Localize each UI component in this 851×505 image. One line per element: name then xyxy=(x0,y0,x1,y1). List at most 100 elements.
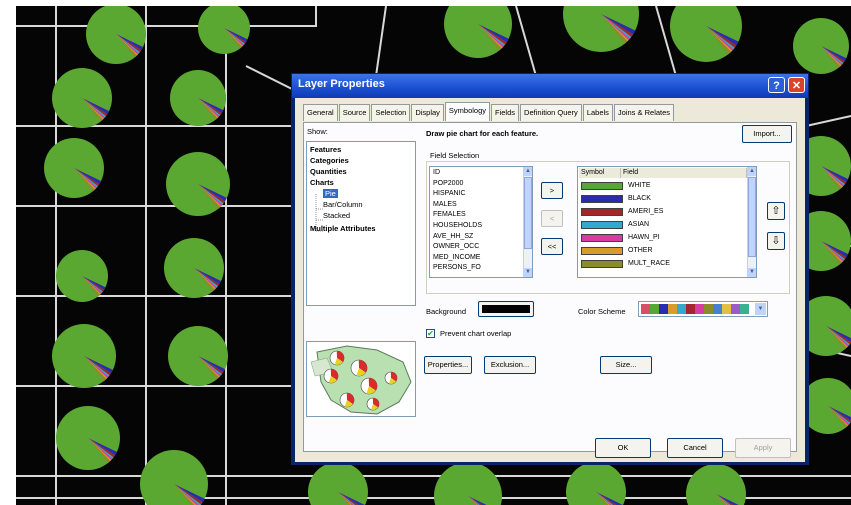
field-item[interactable]: MED_INCOME xyxy=(433,254,480,262)
scroll-up-icon[interactable]: ▲ xyxy=(524,167,532,176)
field-item[interactable]: MALES xyxy=(433,201,457,209)
symbol-field-list[interactable]: Symbol Field ▲ ▼ WHITE BLACK AMERI_ES ASIAN… xyxy=(577,166,757,278)
show-item-quantities[interactable]: Quantities xyxy=(310,167,347,176)
tab-source[interactable]: Source xyxy=(338,104,371,121)
help-button[interactable]: ? xyxy=(768,77,785,93)
pie-chart-symbol xyxy=(44,138,104,198)
symbol-row[interactable]: HAWN_PI xyxy=(581,233,741,243)
show-item-stacked[interactable]: Stacked xyxy=(323,211,350,220)
cancel-button[interactable]: Cancel xyxy=(667,438,723,458)
scroll-down-icon[interactable]: ▼ xyxy=(524,268,532,277)
title-bar[interactable]: Layer Properties ? ✕ xyxy=(292,74,808,98)
field-item[interactable]: HOUSEHOLDS xyxy=(433,222,482,230)
field-item[interactable]: HISPANIC xyxy=(433,190,466,198)
field-selection-label: Field Selection xyxy=(430,151,480,160)
preview-map xyxy=(310,345,412,415)
color-scheme-dropdown[interactable]: ▼ xyxy=(638,301,768,317)
field-item[interactable]: PERSONS_FO xyxy=(433,264,481,272)
tab-joins-relates[interactable]: Joins & Relates xyxy=(613,104,675,121)
tab-fields[interactable]: Fields xyxy=(491,104,520,121)
tab-selection[interactable]: Selection xyxy=(371,104,411,121)
show-item-pie[interactable]: Pie xyxy=(323,189,338,198)
dialog-title: Layer Properties xyxy=(298,78,385,90)
scroll-thumb[interactable] xyxy=(748,177,756,257)
symbol-field-name: OTHER xyxy=(628,247,653,254)
size-button[interactable]: Size... xyxy=(600,356,652,374)
pie-chart-symbol xyxy=(56,406,120,470)
symbol-row[interactable]: ASIAN xyxy=(581,220,741,230)
scroll-down-icon[interactable]: ▼ xyxy=(748,268,756,277)
pie-chart-symbol xyxy=(198,6,250,54)
symbol-list-scrollbar[interactable]: ▲ ▼ xyxy=(747,167,756,277)
preview-pie xyxy=(384,371,398,385)
color-scheme-swatch xyxy=(713,304,722,314)
pie-chart-symbol xyxy=(168,326,228,386)
layer-properties-dialog: Layer Properties ? ✕ General Source Select… xyxy=(291,73,809,465)
show-item-bar-column[interactable]: Bar/Column xyxy=(323,200,363,209)
symbol-field-name: WHITE xyxy=(628,182,651,189)
pie-chart-symbol xyxy=(434,462,502,505)
symbol-row[interactable]: OTHER xyxy=(581,246,741,256)
color-scheme-swatch xyxy=(695,304,704,314)
apply-button[interactable]: Apply xyxy=(735,438,791,458)
pie-chart-symbol xyxy=(566,462,626,505)
field-item[interactable]: AVE_HH_SZ xyxy=(433,233,473,241)
symbol-row[interactable]: WHITE xyxy=(581,181,741,191)
prevent-overlap-checkbox[interactable]: ✔ xyxy=(426,329,435,338)
show-item-categories[interactable]: Categories xyxy=(310,156,349,165)
move-down-button[interactable]: ⇩ xyxy=(767,232,785,250)
color-scheme-ramp xyxy=(641,304,749,314)
preview-pie xyxy=(339,392,355,408)
symbol-row[interactable]: MULT_RACE xyxy=(581,259,741,269)
scroll-thumb[interactable] xyxy=(524,177,532,249)
tab-general[interactable]: General xyxy=(303,104,338,121)
pie-chart-symbol xyxy=(52,68,112,128)
ok-button[interactable]: OK xyxy=(595,438,651,458)
symbol-row[interactable]: AMERI_ES xyxy=(581,207,741,217)
properties-button[interactable]: Properties... xyxy=(424,356,472,374)
pie-chart-symbol xyxy=(52,324,116,388)
background-color-button[interactable] xyxy=(478,301,534,317)
field-column-header[interactable]: Field xyxy=(621,168,747,178)
exclusion-button[interactable]: Exclusion... xyxy=(484,356,536,374)
field-item[interactable]: FEMALES xyxy=(433,211,466,219)
field-item[interactable]: OWNER_OCC xyxy=(433,243,479,251)
symbol-swatch[interactable] xyxy=(581,234,623,242)
symbol-swatch[interactable] xyxy=(581,182,623,190)
background-label: Background xyxy=(426,307,467,316)
move-up-button[interactable]: ⇧ xyxy=(767,202,785,220)
move-left-button[interactable]: < xyxy=(541,210,563,227)
symbol-column-header[interactable]: Symbol xyxy=(579,168,621,178)
move-all-left-button[interactable]: << xyxy=(541,238,563,255)
show-tree[interactable]: Features Categories Quantities Charts Pie Bar… xyxy=(306,141,416,306)
tab-symbology[interactable]: Symbology xyxy=(444,102,491,121)
color-scheme-swatch xyxy=(650,304,659,314)
scroll-up-icon[interactable]: ▲ xyxy=(748,167,756,176)
dropdown-arrow-icon[interactable]: ▼ xyxy=(755,303,766,315)
field-list[interactable]: ▲ ▼ ID POP2000 HISPANIC MALES FEMALES HOUSEHO… xyxy=(429,166,533,278)
symbol-swatch[interactable] xyxy=(581,247,623,255)
import-button[interactable]: Import... xyxy=(742,125,792,143)
symbol-field-name: MULT_RACE xyxy=(628,260,670,267)
move-right-button[interactable]: > xyxy=(541,182,563,199)
show-item-features[interactable]: Features xyxy=(310,145,341,154)
tab-definition-query[interactable]: Definition Query xyxy=(520,104,582,121)
tab-labels[interactable]: Labels xyxy=(582,104,613,121)
show-item-multiple-attributes[interactable]: Multiple Attributes xyxy=(310,224,376,233)
symbol-swatch[interactable] xyxy=(581,208,623,216)
field-item[interactable]: POP2000 xyxy=(433,180,463,188)
color-scheme-swatch xyxy=(704,304,713,314)
preview-pie xyxy=(350,359,368,377)
symbol-swatch[interactable] xyxy=(581,221,623,229)
symbol-swatch[interactable] xyxy=(581,260,623,268)
tab-display[interactable]: Display xyxy=(411,104,444,121)
show-item-charts[interactable]: Charts xyxy=(310,178,334,187)
field-item[interactable]: ID xyxy=(433,169,440,177)
field-list-scrollbar[interactable]: ▲ ▼ xyxy=(523,167,532,277)
pie-chart-symbol xyxy=(86,6,146,64)
pie-chart-symbol xyxy=(56,250,108,302)
symbol-row[interactable]: BLACK xyxy=(581,194,741,204)
close-button[interactable]: ✕ xyxy=(788,77,805,93)
arrow-down-icon: ⇩ xyxy=(771,235,781,247)
symbol-swatch[interactable] xyxy=(581,195,623,203)
